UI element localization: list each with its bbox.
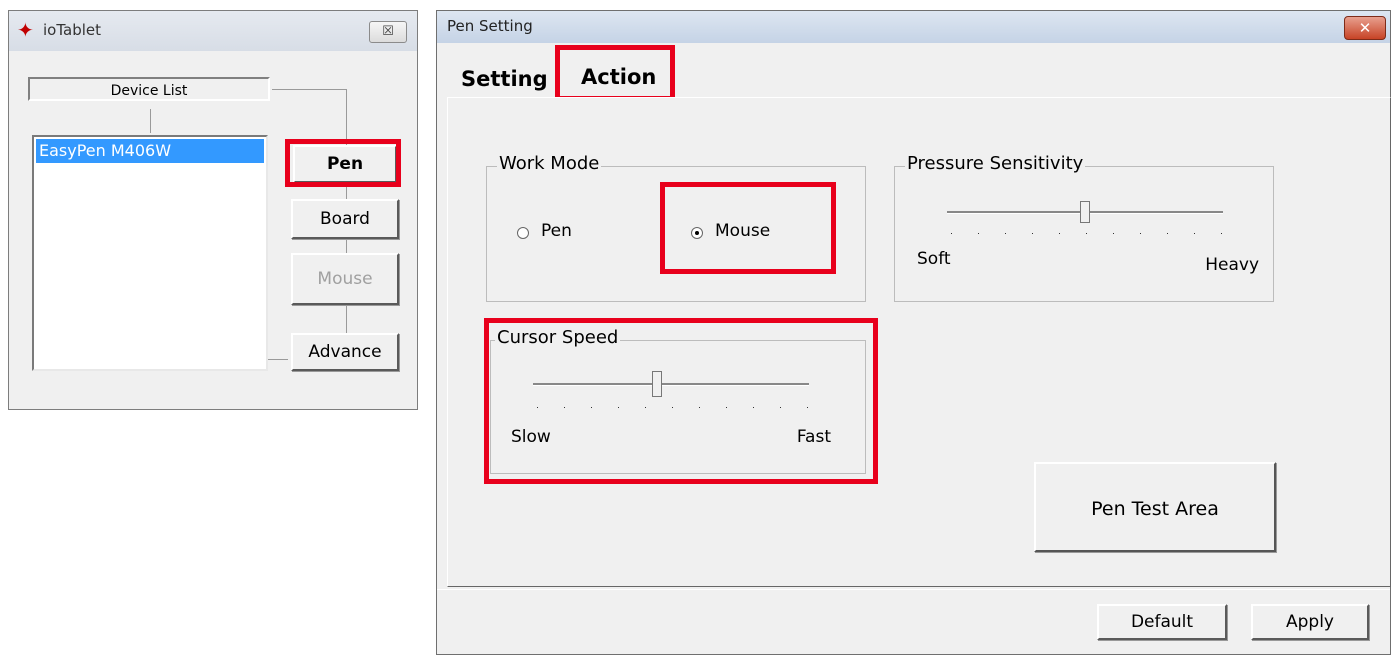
work-mode-pen-label: Pen <box>541 221 572 241</box>
slider-tick <box>1113 233 1114 234</box>
pressure-max-label: Heavy <box>1205 255 1259 275</box>
mouse-mode-highlight <box>660 182 836 274</box>
slider-tick <box>1194 233 1195 234</box>
device-list-label: Device List <box>28 77 270 101</box>
device-item-easypen[interactable]: EasyPen M406W <box>36 139 264 163</box>
work-mode-pen-radio[interactable] <box>517 227 529 239</box>
work-mode-label: Work Mode <box>497 153 602 174</box>
connector-line <box>272 89 346 90</box>
slider-tick <box>1167 233 1168 234</box>
device-listbox[interactable]: EasyPen M406W <box>32 135 268 371</box>
slider-tick <box>951 233 952 234</box>
apply-button[interactable]: Apply <box>1251 604 1369 640</box>
slider-tick <box>1086 233 1087 234</box>
connector-line <box>150 109 151 133</box>
pressure-sensitivity-group: Pressure Sensitivity Soft Heavy <box>894 153 1274 302</box>
cursor-speed-highlight <box>484 318 878 484</box>
slider-tick <box>1032 233 1033 234</box>
default-button[interactable]: Default <box>1097 604 1227 640</box>
advance-button[interactable]: Advance <box>291 333 399 371</box>
connector-line <box>268 359 288 360</box>
pressure-sensitivity-label: Pressure Sensitivity <box>905 153 1086 174</box>
iotablet-window: ✦ ioTablet ☒ Device List EasyPen M406W P… <box>8 10 418 410</box>
mouse-button[interactable]: Mouse <box>291 253 399 305</box>
iotablet-client: Device List EasyPen M406W Pen Board Mous… <box>10 51 416 408</box>
slider-tick <box>1221 233 1222 234</box>
pen-highlight <box>285 139 401 187</box>
pen-test-area[interactable]: Pen Test Area <box>1034 462 1276 552</box>
iotablet-close-button[interactable]: ☒ <box>369 21 407 43</box>
pen-setting-button-bar: Default Apply <box>437 589 1390 654</box>
slider-tick <box>1005 233 1006 234</box>
tab-setting[interactable]: Setting <box>461 67 548 91</box>
pressure-slider-thumb[interactable] <box>1080 201 1090 223</box>
slider-tick <box>978 233 979 234</box>
pen-setting-close-button[interactable]: ✕ <box>1344 16 1386 40</box>
slider-tick <box>1059 233 1060 234</box>
pen-setting-title: Pen Setting <box>447 17 533 35</box>
slider-tick <box>1140 233 1141 234</box>
pen-setting-window: Pen Setting ✕ Setting Action Work Mode P… <box>436 10 1391 655</box>
action-tab-highlight <box>555 45 675 101</box>
board-button[interactable]: Board <box>291 199 399 239</box>
action-tab-panel: Work Mode Pen Mouse Pressure Sensitivity… <box>447 97 1391 587</box>
iotablet-titlebar: ✦ ioTablet ☒ <box>9 11 417 51</box>
pen-setting-titlebar: Pen Setting ✕ <box>437 11 1390 43</box>
iotablet-title: ioTablet <box>43 21 102 39</box>
iotablet-logo-icon: ✦ <box>17 18 34 42</box>
pressure-min-label: Soft <box>917 249 951 269</box>
